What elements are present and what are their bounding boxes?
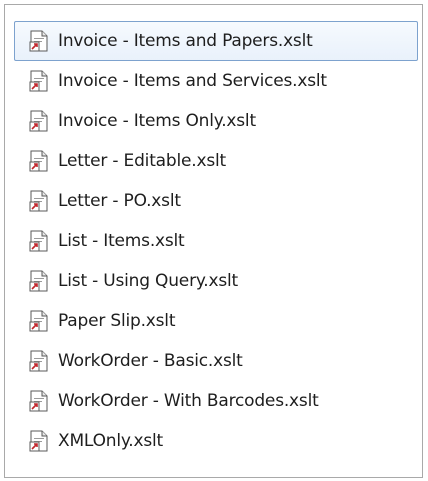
file-item-label: Invoice - Items and Papers.xslt [58, 31, 313, 51]
file-item-workorder-basic[interactable]: WorkOrder - Basic.xslt [14, 341, 418, 381]
file-item-list-items[interactable]: List - Items.xslt [14, 221, 418, 261]
file-item-invoice-items-only[interactable]: Invoice - Items Only.xslt [14, 101, 418, 141]
file-item-invoice-items-and-services[interactable]: Invoice - Items and Services.xslt [14, 61, 418, 101]
file-item-label: XMLOnly.xslt [58, 431, 164, 451]
xslt-shortcut-file-icon [29, 430, 48, 452]
xslt-shortcut-file-icon [29, 350, 48, 372]
file-item-label: WorkOrder - With Barcodes.xslt [58, 391, 319, 411]
xslt-shortcut-file-icon [29, 30, 48, 52]
xslt-shortcut-file-icon [29, 110, 48, 132]
file-item-letter-editable[interactable]: Letter - Editable.xslt [14, 141, 418, 181]
file-list-panel: Invoice - Items and Papers.xslt Invoice … [4, 4, 423, 478]
file-item-list-using-query[interactable]: List - Using Query.xslt [14, 261, 418, 301]
file-item-letter-po[interactable]: Letter - PO.xslt [14, 181, 418, 221]
xslt-shortcut-file-icon [29, 70, 48, 92]
file-item-xmlonly[interactable]: XMLOnly.xslt [14, 421, 418, 461]
xslt-shortcut-file-icon [29, 310, 48, 332]
file-list: Invoice - Items and Papers.xslt Invoice … [14, 21, 418, 461]
file-item-label: Letter - PO.xslt [58, 191, 181, 211]
file-item-invoice-items-and-papers[interactable]: Invoice - Items and Papers.xslt [14, 21, 418, 61]
file-item-label: Invoice - Items Only.xslt [58, 111, 256, 131]
file-item-label: WorkOrder - Basic.xslt [58, 351, 243, 371]
xslt-shortcut-file-icon [29, 390, 48, 412]
file-item-label: Letter - Editable.xslt [58, 151, 226, 171]
xslt-shortcut-file-icon [29, 230, 48, 252]
file-item-label: Invoice - Items and Services.xslt [58, 71, 327, 91]
file-item-label: Paper Slip.xslt [58, 311, 176, 331]
xslt-shortcut-file-icon [29, 190, 48, 212]
file-item-label: List - Using Query.xslt [58, 271, 239, 291]
file-item-label: List - Items.xslt [58, 231, 185, 251]
file-item-paper-slip[interactable]: Paper Slip.xslt [14, 301, 418, 341]
xslt-shortcut-file-icon [29, 150, 48, 172]
file-item-workorder-with-barcodes[interactable]: WorkOrder - With Barcodes.xslt [14, 381, 418, 421]
xslt-shortcut-file-icon [29, 270, 48, 292]
